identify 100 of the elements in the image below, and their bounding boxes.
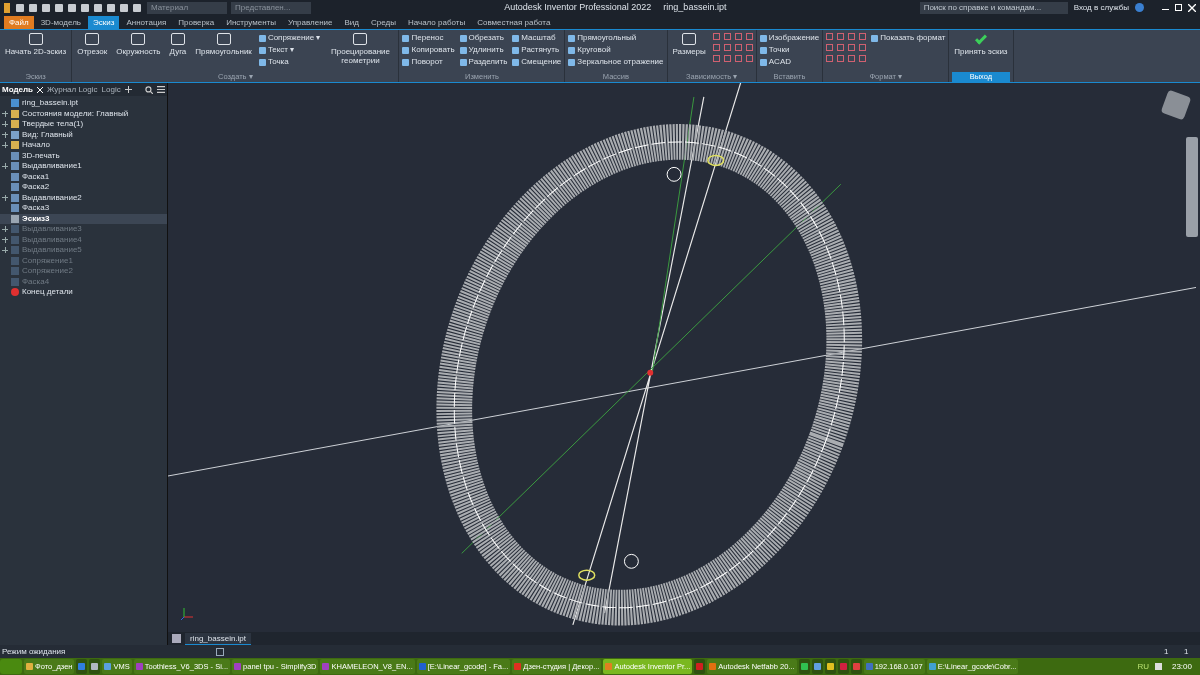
tree-item[interactable]: Твердые тела(1): [0, 119, 167, 130]
dropdown-field[interactable]: Материал: [147, 1, 227, 14]
tree-item[interactable]: Выдавливание2: [0, 192, 167, 203]
tool-button[interactable]: Дуга: [167, 33, 189, 56]
tool-icon: [85, 33, 100, 45]
tool-button[interactable]: Копировать: [402, 45, 455, 55]
tool-button[interactable]: Обрезать: [459, 33, 508, 43]
taskbar-button[interactable]: [89, 659, 101, 674]
ribbon-tab[interactable]: Инструменты: [221, 16, 281, 29]
search-field[interactable]: Поиск по справке и командам...: [919, 1, 1068, 14]
sign-in-link[interactable]: Вход в службы: [1073, 1, 1129, 14]
tree-item[interactable]: Фаска1: [0, 171, 167, 182]
menu-icon[interactable]: [157, 86, 165, 93]
tool-button[interactable]: ACAD: [759, 57, 820, 67]
tree-item[interactable]: Выдавливание1: [0, 161, 167, 172]
tree-node-icon: [11, 288, 19, 297]
tool-icon: [682, 33, 697, 45]
clock[interactable]: 23:00: [1163, 660, 1200, 673]
tool-button[interactable]: Масштаб: [512, 33, 562, 43]
ribbon-tab[interactable]: Среды: [366, 16, 401, 29]
expand-icon[interactable]: [2, 131, 8, 138]
tool-button[interactable]: Поворот: [402, 57, 455, 67]
app-logo-icon[interactable]: [4, 2, 10, 13]
tool-button[interactable]: Принять эскиз: [952, 33, 1010, 56]
file-name: ring_bassein.ipt: [663, 0, 727, 14]
tool-button[interactable]: Изображение: [759, 33, 820, 43]
tool-button[interactable]: Сопряжение ▾: [258, 33, 321, 43]
restore-icon[interactable]: [1175, 4, 1182, 11]
tool-button[interactable]: Окружность: [114, 33, 163, 56]
volume-icon[interactable]: [1154, 663, 1162, 670]
tree-item[interactable]: ring_bassein.ipt: [0, 98, 167, 109]
tool-icon: [131, 33, 146, 45]
expand-icon[interactable]: [2, 194, 8, 201]
tool-button[interactable]: Размеры: [670, 33, 708, 56]
expand-icon[interactable]: [2, 247, 8, 254]
dropdown-field[interactable]: Представлен...: [231, 1, 311, 14]
expand-icon[interactable]: [2, 110, 8, 117]
tool-button[interactable]: Удлинить: [459, 45, 508, 55]
help-icon[interactable]: [1135, 3, 1144, 12]
tool-icon: [353, 33, 368, 45]
close-icon[interactable]: [37, 86, 43, 93]
ribbon-tab[interactable]: Эскиз: [88, 16, 120, 29]
ribbon-tab[interactable]: Проверка: [173, 16, 220, 29]
ribbon-tab[interactable]: Начало работы: [402, 16, 471, 29]
ribbon-tab[interactable]: Вид: [339, 16, 364, 29]
taskbar-button[interactable]: [811, 659, 823, 674]
tool-button[interactable]: Текст ▾: [258, 45, 321, 55]
tree-item[interactable]: Вид: Главный: [0, 129, 167, 140]
tree-item[interactable]: Начало: [0, 140, 167, 151]
expand-icon[interactable]: [2, 142, 8, 149]
window-title: Autodesk Inventor Professional 2022: [504, 0, 652, 14]
tool-button[interactable]: Разделить: [459, 57, 508, 67]
search-icon[interactable]: [145, 85, 153, 94]
browser-tab[interactable]: Журнал Logic: [47, 83, 98, 96]
expand-icon[interactable]: [2, 226, 8, 233]
tool-button[interactable]: Прямоугольник: [193, 33, 254, 56]
status-text: Режим ожидания: [2, 645, 67, 658]
start-button[interactable]: [0, 659, 22, 674]
tool-button[interactable]: Проецирование геометрии: [325, 33, 396, 65]
tool-button[interactable]: Начать 2D-эскиз: [3, 33, 69, 56]
tool-button[interactable]: Зеркальное отражение: [568, 57, 664, 67]
tree-item[interactable]: Фаска2: [0, 182, 167, 193]
tree-item[interactable]: Эскиз3: [0, 213, 167, 224]
tree-item[interactable]: Конец детали: [0, 287, 167, 298]
tool-button[interactable]: Отрезок: [75, 33, 110, 56]
tool-button[interactable]: Круговой: [568, 45, 664, 55]
tool-button[interactable]: Точка: [258, 57, 321, 67]
tool-button[interactable]: Перенос: [402, 33, 455, 43]
ribbon-tab[interactable]: Управление: [283, 16, 338, 29]
tool-button[interactable]: Растянуть: [512, 45, 562, 55]
tool-icon: [216, 33, 231, 45]
tool-icon: [170, 33, 185, 45]
tool-button[interactable]: Показать формат: [871, 33, 946, 43]
expand-icon[interactable]: [2, 121, 8, 128]
tool-button[interactable]: Точки: [759, 45, 820, 55]
grid-snap-icon[interactable]: [216, 647, 224, 656]
taskbar-button[interactable]: [76, 659, 88, 674]
tree-item[interactable]: 3D-печать: [0, 150, 167, 161]
status-count: 1: [1184, 645, 1190, 658]
ribbon-tab[interactable]: Аннотация: [121, 16, 172, 29]
tool-button[interactable]: Смещение: [512, 57, 562, 67]
taskbar-button[interactable]: [824, 659, 836, 674]
taskbar-button[interactable]: [798, 659, 810, 674]
ribbon-tab[interactable]: 3D-модель: [35, 16, 87, 29]
browser-tab[interactable]: Logic: [101, 83, 121, 96]
tree-item[interactable]: Фаска3: [0, 203, 167, 214]
coordinate-axes-icon: [180, 607, 194, 621]
document-tab[interactable]: ring_bassein.ipt: [185, 633, 252, 645]
browser-tab[interactable]: Модель: [2, 83, 33, 96]
expand-icon[interactable]: [2, 236, 8, 243]
close-icon[interactable]: [1188, 3, 1196, 12]
tool-icon: [28, 33, 43, 45]
add-tab-icon[interactable]: [124, 86, 132, 93]
language-indicator[interactable]: RU: [1133, 660, 1153, 673]
taskbar-button[interactable]: [850, 659, 862, 674]
status-count: 1: [1164, 645, 1170, 658]
tree-item[interactable]: Состояния модели: Главный: [0, 108, 167, 119]
tool-button[interactable]: Прямоугольный: [568, 33, 664, 43]
ribbon-tab[interactable]: Совместная работа: [472, 16, 556, 29]
expand-icon[interactable]: [2, 163, 8, 170]
